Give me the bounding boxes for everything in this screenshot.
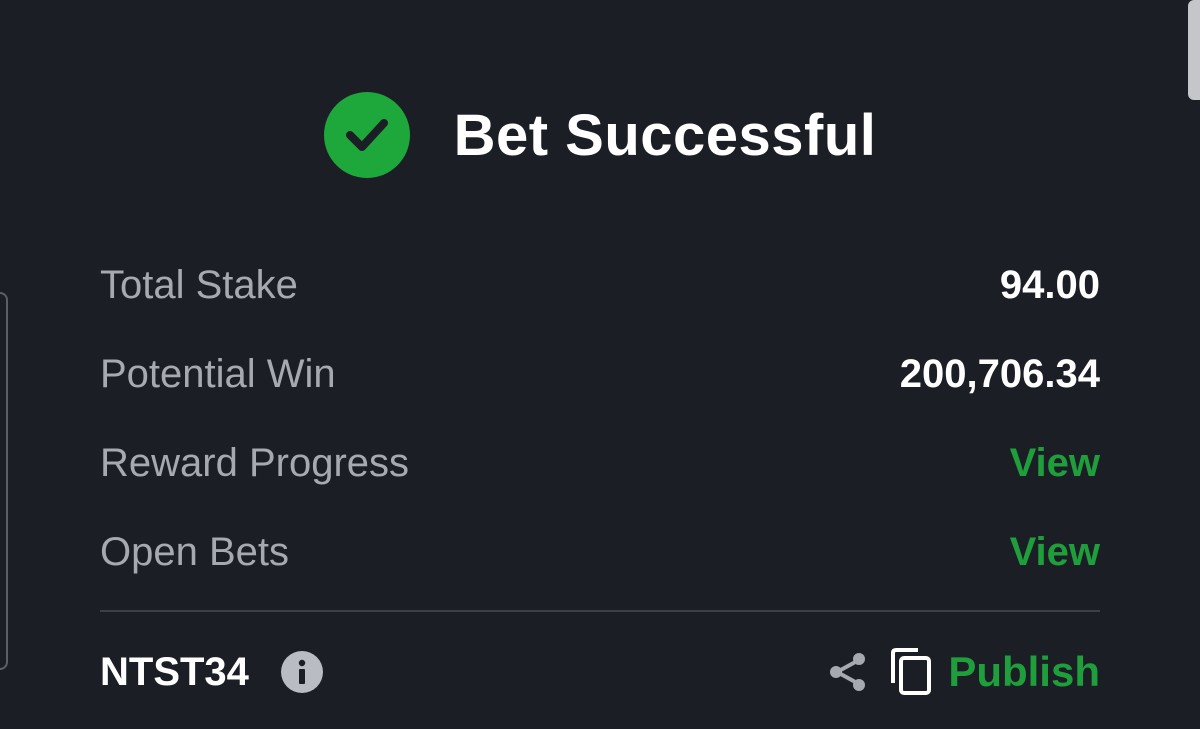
reward-progress-view-link[interactable]: View <box>1010 441 1100 486</box>
reward-progress-row: Reward Progress View <box>100 433 1100 493</box>
page-title: Bet Successful <box>453 102 877 168</box>
bet-success-screen: Bet Successful Total Stake 94.00 Potenti… <box>0 0 1200 729</box>
potential-win-label: Potential Win <box>100 351 336 396</box>
open-bets-row: Open Bets View <box>100 522 1100 582</box>
success-header: Bet Successful <box>0 92 1200 178</box>
potential-win-value: 200,706.34 <box>899 351 1100 396</box>
booking-footer: NTST34 Publish <box>100 640 1100 704</box>
share-icon[interactable] <box>826 650 870 694</box>
total-stake-value: 94.00 <box>999 262 1100 307</box>
total-stake-row: Total Stake 94.00 <box>100 255 1100 315</box>
panel-handle[interactable] <box>0 292 8 670</box>
check-circle-icon <box>323 92 410 178</box>
open-bets-label: Open Bets <box>100 529 290 574</box>
scrollbar-thumb[interactable] <box>1188 0 1200 100</box>
potential-win-row: Potential Win 200,706.34 <box>100 344 1100 404</box>
booking-code: NTST34 <box>100 649 249 694</box>
open-bets-view-link[interactable]: View <box>1010 530 1100 575</box>
publish-button[interactable]: Publish <box>948 648 1100 696</box>
booking-code-group: NTST34 <box>100 650 323 695</box>
footer-actions: Publish <box>826 647 1100 697</box>
info-icon[interactable] <box>280 651 323 693</box>
copy-icon[interactable] <box>888 647 934 697</box>
divider <box>100 610 1100 612</box>
reward-progress-label: Reward Progress <box>100 440 410 485</box>
total-stake-label: Total Stake <box>100 262 298 307</box>
